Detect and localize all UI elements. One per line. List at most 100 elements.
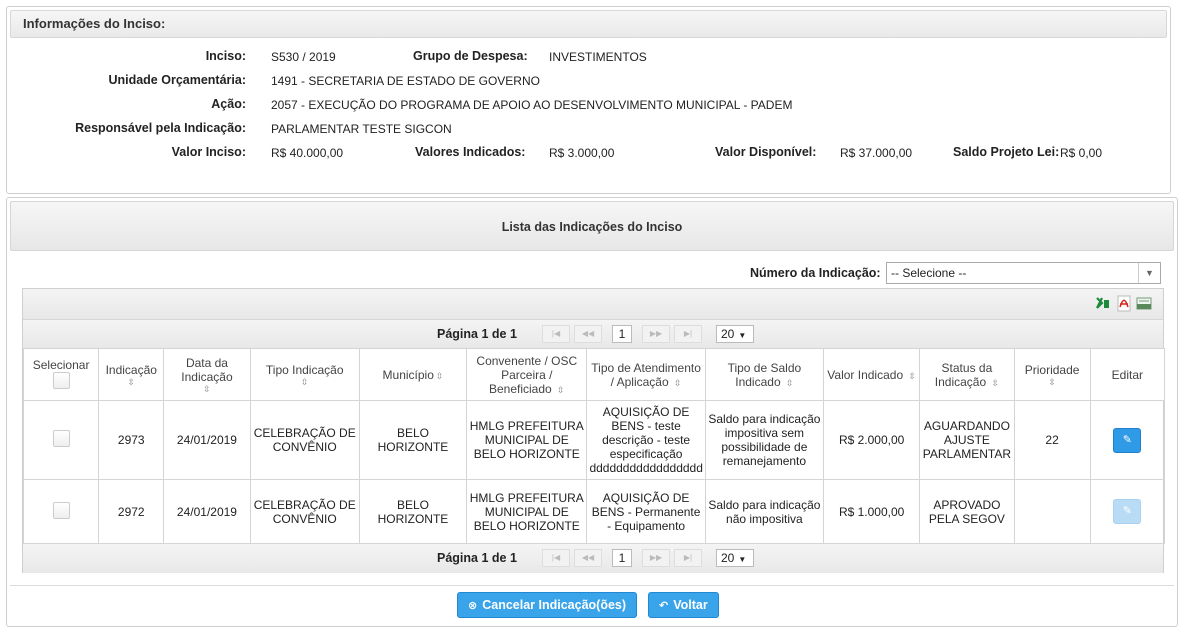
sort-icon[interactable]: ⇳: [1017, 377, 1088, 387]
atendimento-cell: AQUISIÇÃO DE BENS - teste descrição - te…: [586, 400, 706, 480]
saldo-projeto-value: R$ 0,00: [1060, 146, 1103, 160]
chevron-down-icon: ▼: [738, 555, 747, 564]
next-page-button[interactable]: ▶▶: [642, 549, 670, 567]
saldo-projeto-label: Saldo Projeto Lei:: [953, 145, 1060, 159]
page-size-select[interactable]: 20 ▼: [716, 325, 754, 343]
col-tipo-label: Tipo Indicação: [265, 362, 344, 377]
edit-pencil-icon: ✎: [1122, 505, 1132, 517]
prev-page-button[interactable]: ◀◀: [574, 325, 602, 343]
col-selecionar[interactable]: Selecionar: [22, 348, 100, 401]
last-page-button[interactable]: ▶|: [674, 549, 702, 567]
municipio-cell: BELO HORIZONTE: [358, 479, 468, 544]
valor-cell: R$ 2.000,00: [823, 400, 921, 480]
col-status-label: Status da Indicação: [934, 360, 993, 389]
grupo-despesa-label: Grupo de Despesa:: [413, 49, 528, 63]
edit-button-disabled: ✎: [1113, 499, 1142, 524]
col-atendimento-label: Tipo de Atendimento / Aplicação: [591, 360, 701, 389]
last-page-button[interactable]: ▶|: [674, 325, 702, 343]
pdf-export-icon[interactable]: [1116, 295, 1132, 312]
acao-value: 2057 - EXECUÇÃO DO PROGRAMA DE APOIO AO …: [271, 98, 793, 112]
pager-bottom: Página 1 de 1 |◀ ◀◀ 1 ▶▶ ▶| 20 ▼: [23, 544, 1163, 573]
status-cell: APROVADO PELA SEGOV: [919, 479, 1015, 544]
sort-icon[interactable]: ⇳: [101, 377, 161, 387]
row-checkbox[interactable]: [52, 430, 70, 447]
csv-export-icon[interactable]: [1135, 295, 1152, 312]
sort-icon[interactable]: ⇳: [166, 384, 247, 394]
row-select-cell: [22, 479, 100, 544]
valor-inciso-label: Valor Inciso:: [171, 145, 246, 159]
prioridade-cell: 22: [1013, 400, 1091, 480]
acao-label: Ação:: [211, 97, 246, 111]
sort-icon[interactable]: ⇳: [436, 371, 444, 381]
inciso-value: S530 / 2019: [271, 50, 336, 64]
pager-bottom-text: Página 1 de 1: [437, 551, 517, 565]
sort-icon[interactable]: ⇳: [557, 385, 565, 395]
data-cell: 24/01/2019: [163, 479, 251, 544]
page-size-select[interactable]: 20 ▼: [716, 549, 754, 567]
status-cell: AGUARDANDO AJUSTE PARLAMENTAR: [919, 400, 1015, 480]
sort-icon[interactable]: ⇳: [991, 378, 999, 388]
convenente-cell: HMLG PREFEITURA MUNICIPAL DE BELO HORIZO…: [466, 400, 588, 480]
numero-indicacao-label: Número da Indicação:: [750, 266, 881, 280]
table-row[interactable]: 2972 24/01/2019 CELEBRAÇÃO DE CONVÊNIO B…: [22, 479, 1166, 544]
col-municipio[interactable]: Município ⇳: [358, 348, 468, 401]
indicacao-cell: 2973: [98, 400, 165, 480]
cancel-circle-icon: ⊗: [468, 600, 478, 612]
col-selecionar-label: Selecionar: [32, 357, 90, 372]
col-prioridade[interactable]: Prioridade ⇳: [1013, 348, 1091, 401]
first-page-button[interactable]: |◀: [542, 325, 570, 343]
responsavel-label: Responsável pela Indicação:: [75, 121, 246, 135]
col-convenente[interactable]: Convenente / OSC Parceira / Beneficiado …: [466, 348, 588, 401]
page-size-value: 20: [721, 327, 735, 341]
back-button[interactable]: ↶ Voltar: [648, 592, 719, 618]
tipo-cell: CELEBRAÇÃO DE CONVÊNIO: [249, 400, 360, 480]
col-valor[interactable]: Valor Indicado ⇳: [823, 348, 921, 401]
row-checkbox[interactable]: [52, 501, 70, 519]
divider: [10, 585, 1174, 586]
valor-disponivel-label: Valor Disponível:: [715, 145, 817, 159]
page-size-value: 20: [721, 551, 735, 565]
valor-cell: R$ 1.000,00: [823, 479, 921, 544]
numero-indicacao-select[interactable]: -- Selecione -- ▼: [886, 262, 1161, 284]
current-page-input[interactable]: 1: [612, 549, 632, 567]
col-municipio-label: Município: [382, 367, 434, 382]
atendimento-cell: AQUISIÇÃO DE BENS - Permanente - Equipam…: [586, 479, 706, 544]
sort-icon[interactable]: ⇳: [786, 378, 794, 388]
col-data[interactable]: Data da Indicação ⇳: [163, 348, 251, 401]
col-tipo[interactable]: Tipo Indicação ⇳: [249, 348, 360, 401]
list-title: Lista das Indicações do Inciso: [10, 201, 1174, 251]
valores-indicados-label: Valores Indicados:: [415, 145, 526, 159]
col-atendimento[interactable]: Tipo de Atendimento / Aplicação ⇳: [586, 348, 706, 401]
col-prioridade-label: Prioridade: [1024, 362, 1080, 377]
edit-button[interactable]: ✎: [1113, 427, 1142, 453]
sort-icon[interactable]: ⇳: [908, 371, 916, 381]
col-editar: Editar: [1089, 348, 1166, 401]
excel-export-icon[interactable]: [1095, 295, 1111, 312]
col-status[interactable]: Status da Indicação ⇳: [919, 348, 1015, 401]
table-header-row: Selecionar Indicação ⇳ Data da Indicação ⇳…: [22, 348, 1166, 401]
indicacoes-panel: Lista das Indicações do Inciso Número da…: [6, 197, 1178, 627]
inciso-label: Inciso:: [205, 49, 246, 63]
col-indicacao[interactable]: Indicação ⇳: [98, 348, 165, 401]
chevron-down-icon[interactable]: ▼: [1138, 263, 1160, 283]
col-data-label: Data da Indicação: [181, 355, 233, 384]
prev-page-button[interactable]: ◀◀: [574, 549, 602, 567]
data-cell: 24/01/2019: [163, 400, 251, 480]
current-page-input[interactable]: 1: [612, 325, 632, 343]
cancel-indicacao-button[interactable]: ⊗ Cancelar Indicação(ões): [457, 592, 638, 618]
edit-pencil-icon: ✎: [1122, 433, 1132, 446]
chevron-down-icon: ▼: [738, 331, 747, 340]
valores-indicados-value: R$ 3.000,00: [549, 146, 615, 160]
sort-icon[interactable]: ⇳: [674, 378, 682, 388]
grupo-despesa-value: INVESTIMENTOS: [549, 50, 647, 64]
table-row[interactable]: 2973 24/01/2019 CELEBRAÇÃO DE CONVÊNIO B…: [22, 400, 1166, 480]
first-page-button[interactable]: |◀: [542, 549, 570, 567]
indicacao-cell: 2972: [98, 479, 165, 544]
col-saldo[interactable]: Tipo de Saldo Indicado ⇳: [704, 348, 825, 401]
unidade-value: 1491 - SECRETARIA DE ESTADO DE GOVERNO: [271, 74, 540, 88]
saldo-cell: Saldo para indicação impositiva sem poss…: [704, 400, 825, 480]
saldo-cell: Saldo para indicação não impositiva: [704, 479, 825, 544]
next-page-button[interactable]: ▶▶: [642, 325, 670, 343]
select-all-checkbox[interactable]: [52, 371, 70, 389]
sort-icon[interactable]: ⇳: [253, 377, 357, 387]
